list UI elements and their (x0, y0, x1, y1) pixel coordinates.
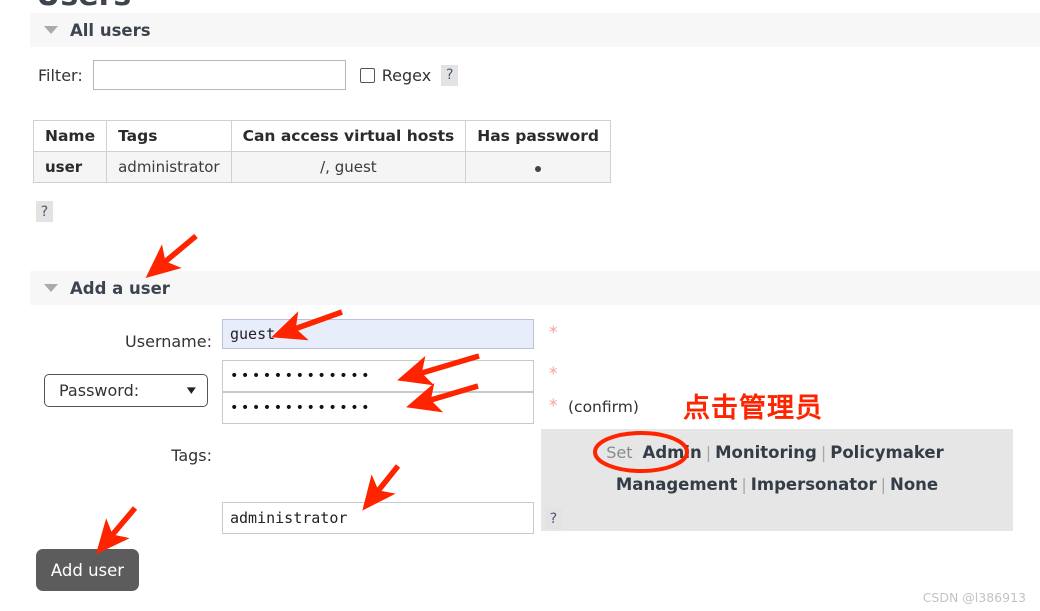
tag-link-none[interactable]: None (890, 475, 938, 494)
password-type-select[interactable]: Password: ▾ (44, 374, 208, 407)
tag-link-admin[interactable]: Admin (643, 443, 702, 462)
username-label: Username: (125, 332, 212, 351)
password-confirm-required-marker: * (549, 396, 558, 416)
annotation-chinese-note: 点击管理员 (683, 393, 823, 424)
password-confirm-input[interactable] (222, 392, 534, 424)
password-required-marker: * (549, 364, 558, 384)
password-input[interactable] (222, 360, 534, 392)
tags-label: Tags: (171, 446, 212, 465)
tag-link-impersonator[interactable]: Impersonator (751, 475, 877, 494)
tag-separator: | (820, 443, 827, 462)
tags-presets-panel: Set Admin | Monitoring | Policymaker Managemen… (541, 429, 1013, 531)
tags-presets-links: Set Admin | Monitoring | Policymaker Managemen… (541, 437, 1013, 501)
add-user-button[interactable]: Add user (36, 549, 139, 591)
tag-separator: | (705, 443, 712, 462)
tag-separator: | (880, 475, 887, 494)
password-confirm-text: (confirm) (568, 398, 639, 416)
add-user-form: Username: * Password: ▾ * * (confirm) Ta… (0, 0, 1040, 611)
chevron-down-icon: ▾ (187, 383, 197, 398)
tag-link-management[interactable]: Management (616, 475, 737, 494)
username-input[interactable] (222, 319, 534, 349)
tag-link-monitoring[interactable]: Monitoring (715, 443, 817, 462)
tags-input[interactable] (222, 502, 534, 534)
username-required-marker: * (549, 323, 558, 343)
tag-link-policymaker[interactable]: Policymaker (830, 443, 943, 462)
watermark: CSDN @l386913 (922, 590, 1026, 605)
tag-separator: | (741, 475, 747, 494)
set-label: Set (606, 443, 633, 462)
tags-help-hint[interactable]: ? (545, 508, 562, 529)
password-type-label: Password: (59, 381, 140, 400)
